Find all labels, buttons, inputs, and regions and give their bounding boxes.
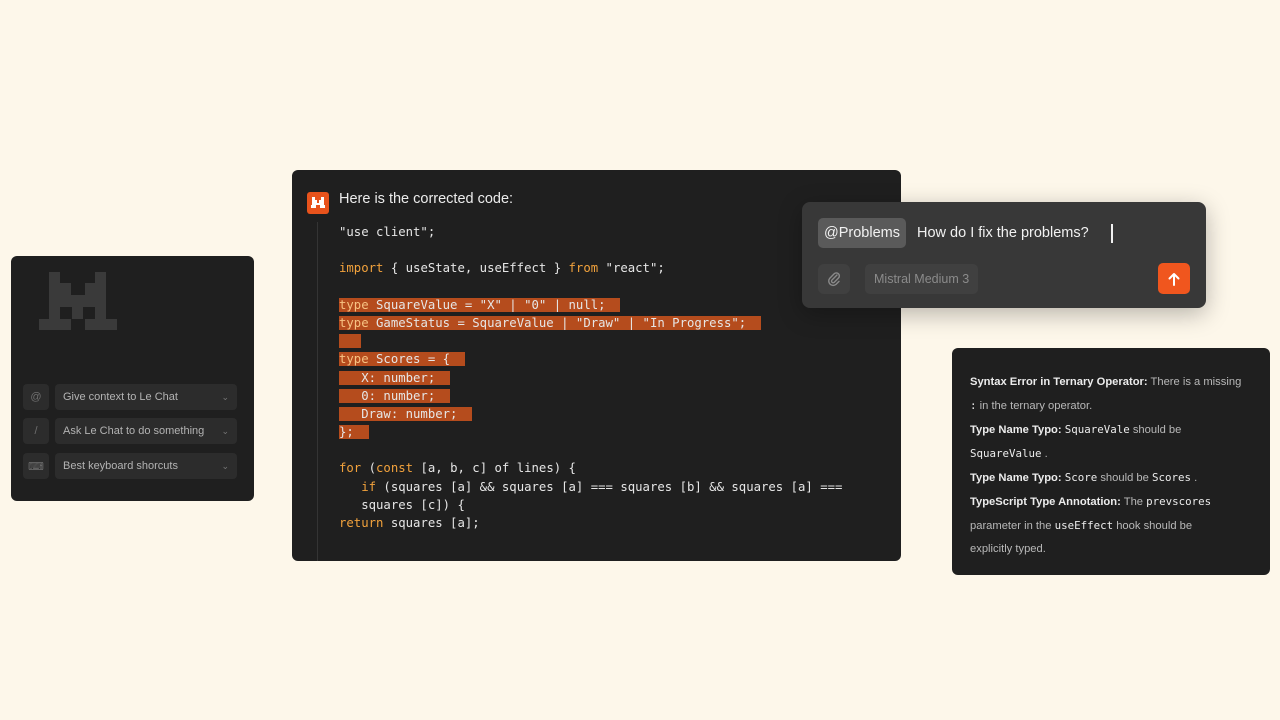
problem-text: . <box>1041 448 1048 460</box>
chevron-down-icon: ⌄ <box>221 461 229 471</box>
code-line-highlighted: type GameStatus = SquareValue | "Draw" |… <box>339 315 762 330</box>
code-gutter-line <box>317 222 318 561</box>
response-title: Here is the corrected code: <box>339 191 514 207</box>
keyboard-shortcuts-button[interactable]: Best keyboard shorcuts ⌄ <box>55 453 237 479</box>
problem-text: The <box>1120 496 1147 508</box>
slash-icon: / <box>23 418 49 444</box>
mistral-avatar-icon <box>307 192 329 214</box>
problem-text: explicitly typed. <box>970 543 1046 555</box>
problem-text: should be <box>1097 472 1152 484</box>
prompt-input[interactable]: How do I fix the problems? <box>917 218 1089 248</box>
code-line-highlighted <box>339 332 842 350</box>
mistral-logo-icon <box>39 272 117 330</box>
problem-code: SquareVale <box>1064 423 1130 436</box>
code-line-highlighted: 0: number; <box>339 388 451 403</box>
paperclip-icon <box>828 272 841 287</box>
code-line-highlighted: Draw: number; <box>339 406 473 421</box>
menu-row-context[interactable]: @ Give context to Le Chat ⌄ <box>23 384 237 410</box>
give-context-button[interactable]: Give context to Le Chat ⌄ <box>55 384 237 410</box>
problems-mention-chip[interactable]: @Problems <box>818 218 906 248</box>
send-button[interactable] <box>1158 263 1190 294</box>
problem-item: Type Name Typo: SquareVale should be Squ… <box>970 418 1260 466</box>
code-line-highlighted: }; <box>339 425 369 440</box>
chevron-down-icon: ⌄ <box>221 426 229 436</box>
problem-text: in the ternary operator. <box>976 400 1093 412</box>
arrow-up-icon <box>1168 272 1180 286</box>
keyboard-icon: ⌨ <box>23 453 49 479</box>
chat-input-box[interactable]: @Problems How do I fix the problems? Mis… <box>802 202 1206 308</box>
problem-code: prevscores <box>1146 495 1212 508</box>
attach-button[interactable] <box>818 264 850 294</box>
problem-title: Type Name Typo: <box>970 424 1062 436</box>
problems-panel: Syntax Error in Ternary Operator: There … <box>952 348 1270 575</box>
menu-item-label: Best keyboard shorcuts <box>63 460 178 472</box>
problem-text: should be <box>1129 424 1182 436</box>
code-line: import { useState, useEffect } from "rea… <box>339 261 665 276</box>
menu-item-label: Ask Le Chat to do something <box>63 425 205 437</box>
model-selector[interactable]: Mistral Medium 3 <box>865 264 979 294</box>
problem-title: Syntax Error in Ternary Operator: <box>970 376 1148 388</box>
code-line-highlighted: type SquareValue = "X" | "0" | null; <box>339 297 621 312</box>
code-line: if (squares [a] && squares [a] === squar… <box>361 479 843 494</box>
problem-code: SquareValue <box>970 447 1042 460</box>
menu-row-shortcuts[interactable]: ⌨ Best keyboard shorcuts ⌄ <box>23 453 237 479</box>
text-caret <box>1111 224 1113 243</box>
code-line-highlighted: type Scores = { <box>339 352 465 367</box>
problem-item: Syntax Error in Ternary Operator: There … <box>970 371 1260 418</box>
problem-code: useEffect <box>1054 519 1114 532</box>
problem-item: Type Name Typo: Score should be Scores . <box>970 466 1260 490</box>
menu-item-label: Give context to Le Chat <box>63 391 178 403</box>
problem-text: parameter in the <box>970 520 1055 532</box>
code-line: "use client"; <box>339 225 436 239</box>
code-line: return squares [a]; <box>339 516 480 530</box>
problem-code: Scores <box>1151 471 1191 484</box>
problem-item: TypeScript Type Annotation: The prevscor… <box>970 490 1260 561</box>
chevron-down-icon: ⌄ <box>221 392 229 402</box>
problem-text: . <box>1190 472 1198 484</box>
problem-title: TypeScript Type Annotation: <box>970 496 1121 508</box>
code-block: "use client"; import { useState, useEffe… <box>339 223 842 532</box>
problem-text: There is a missing <box>1147 376 1242 388</box>
code-line: for (const [a, b, c] of lines) { <box>339 461 576 476</box>
problems-list: Syntax Error in Ternary Operator: There … <box>970 371 1260 561</box>
at-icon: @ <box>23 384 49 410</box>
code-line-highlighted: X: number; <box>339 370 451 385</box>
problem-title: Type Name Typo: <box>970 472 1062 484</box>
menu-row-ask[interactable]: / Ask Le Chat to do something ⌄ <box>23 418 237 444</box>
problem-text: hook should be <box>1113 520 1193 532</box>
shortcuts-panel: @ Give context to Le Chat ⌄ / Ask Le Cha… <box>11 256 254 501</box>
ask-le-chat-button[interactable]: Ask Le Chat to do something ⌄ <box>55 418 237 444</box>
code-line: squares [c]) { <box>339 497 465 512</box>
problem-code: Score <box>1064 471 1098 484</box>
